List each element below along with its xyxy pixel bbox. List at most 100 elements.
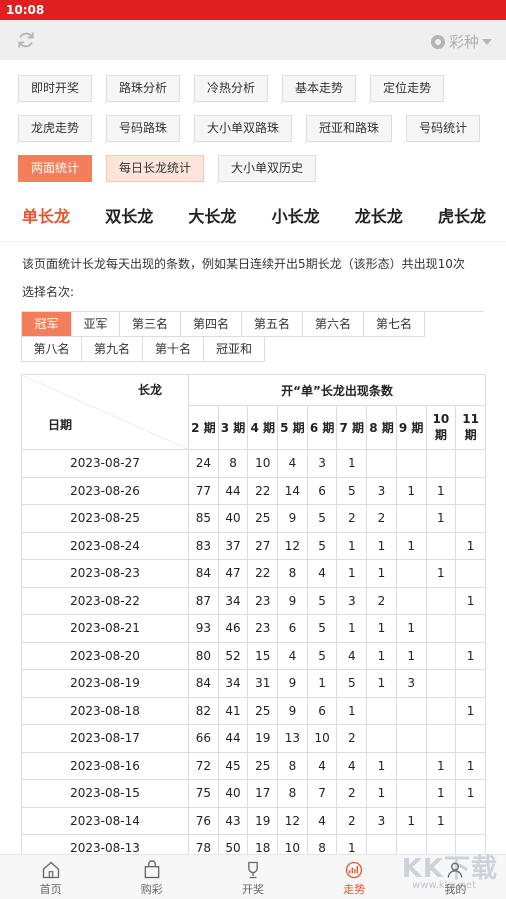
rank-option[interactable]: 第八名 <box>22 337 82 362</box>
count-cell <box>366 724 397 753</box>
date-cell: 2023-08-15 <box>21 779 189 808</box>
tab-dragon-type[interactable]: 大长龙 <box>188 195 236 241</box>
tab-dragon-type[interactable]: 小长龙 <box>272 195 320 241</box>
count-cell: 6 <box>306 476 338 505</box>
count-cell: 2 <box>336 724 368 753</box>
table-row: 2023-08-23 84 47 22 8 4 1 1 1 <box>21 559 486 588</box>
count-cell <box>455 724 486 753</box>
count-cell <box>395 696 427 725</box>
rank-option[interactable]: 冠军 <box>22 312 72 337</box>
tab-dragon-type[interactable]: 龙长龙 <box>355 195 403 241</box>
count-cell: 17 <box>247 779 279 808</box>
count-cell: 9 <box>277 669 308 698</box>
count-cell: 8 <box>217 449 249 478</box>
count-cell: 46 <box>217 614 249 643</box>
count-cell <box>425 724 457 753</box>
nav-label: 开奖 <box>242 883 264 896</box>
tab-dragon-type[interactable]: 虎长龙 <box>438 195 486 241</box>
count-cell: 25 <box>247 504 279 533</box>
count-cell: 1 <box>425 559 457 588</box>
period-header: 6 期 <box>306 405 338 450</box>
refresh-icon[interactable] <box>16 30 36 50</box>
count-cell <box>455 504 486 533</box>
count-cell <box>425 449 457 478</box>
count-cell: 80 <box>188 641 219 670</box>
nav-label: 走势 <box>343 883 366 896</box>
count-cell: 4 <box>336 751 368 780</box>
count-cell: 2 <box>336 779 368 808</box>
menu-button[interactable]: 大小单双历史 <box>218 155 317 182</box>
menu-button[interactable]: 基本走势 <box>282 75 357 102</box>
tab-dragon-type[interactable]: 双长龙 <box>105 195 153 241</box>
count-cell: 87 <box>188 586 219 615</box>
date-cell: 2023-08-24 <box>21 531 189 560</box>
rank-option[interactable]: 第三名 <box>120 312 181 337</box>
count-cell: 3 <box>366 476 397 505</box>
lottery-selector[interactable]: 彩种 <box>430 31 492 52</box>
table-row: 2023-08-24 83 37 27 12 5 1 1 1 1 <box>21 531 486 560</box>
count-cell: 14 <box>277 476 308 505</box>
rank-option[interactable]: 第十名 <box>143 337 204 362</box>
count-cell: 8 <box>277 751 308 780</box>
count-cell: 75 <box>188 779 219 808</box>
rank-option[interactable]: 第四名 <box>181 312 242 337</box>
table-row: 2023-08-17 66 44 19 13 10 2 <box>21 724 486 753</box>
count-cell: 1 <box>425 504 457 533</box>
count-cell: 19 <box>247 806 279 835</box>
count-cell: 37 <box>217 531 249 560</box>
table-row: 2023-08-14 76 43 19 12 4 2 3 1 1 <box>21 806 486 835</box>
tab-dragon-type[interactable]: 单长龙 <box>22 195 70 241</box>
count-cell: 43 <box>217 806 249 835</box>
count-cell: 2 <box>336 504 368 533</box>
rank-option[interactable]: 亚军 <box>72 312 120 337</box>
table-row: 2023-08-20 80 52 15 4 5 4 1 1 1 <box>21 641 486 670</box>
period-header: 2 期 <box>188 405 219 450</box>
count-cell: 5 <box>306 641 338 670</box>
rank-option[interactable]: 第五名 <box>242 312 303 337</box>
count-cell: 1 <box>455 696 486 725</box>
count-cell: 4 <box>336 641 368 670</box>
rank-option[interactable]: 第七名 <box>364 312 425 337</box>
menu-button[interactable]: 即时开奖 <box>18 75 93 102</box>
count-cell <box>425 586 457 615</box>
period-header: 9 期 <box>395 405 427 450</box>
nav-label: 首页 <box>39 883 62 896</box>
menu-button[interactable]: 号码路珠 <box>106 115 181 142</box>
menu-button[interactable]: 定位走势 <box>370 75 445 102</box>
menu-button[interactable]: 冠亚和路珠 <box>306 115 393 142</box>
count-cell: 31 <box>247 669 279 698</box>
count-cell <box>425 669 457 698</box>
nav-item[interactable]: 首页 <box>0 855 101 899</box>
nav-item[interactable]: 开奖 <box>202 855 303 899</box>
count-cell: 6 <box>277 614 308 643</box>
rank-option[interactable]: 第六名 <box>303 312 364 337</box>
rank-option[interactable]: 冠亚和 <box>204 337 265 362</box>
count-cell: 23 <box>247 586 279 615</box>
table-row: 2023-08-16 72 45 25 8 4 4 1 1 1 <box>21 751 486 780</box>
count-cell: 24 <box>188 449 219 478</box>
count-cell: 34 <box>217 669 249 698</box>
menu-row: 即时开奖 路珠分析 冷热分析 基本走势 定位走势 <box>18 75 488 102</box>
menu-button[interactable]: 冷热分析 <box>194 75 269 102</box>
menu-button[interactable]: 大小单双路珠 <box>194 115 293 142</box>
menu-button[interactable]: 两面统计 <box>18 155 93 182</box>
count-cell <box>455 806 486 835</box>
count-cell: 1 <box>366 559 397 588</box>
count-cell: 15 <box>247 641 279 670</box>
nav-label: 购彩 <box>140 883 163 896</box>
menu-button[interactable]: 龙虎走势 <box>18 115 93 142</box>
gear-icon <box>430 34 445 49</box>
count-cell: 1 <box>336 614 368 643</box>
count-cell: 1 <box>395 531 427 560</box>
count-cell: 2 <box>336 806 368 835</box>
menu-button[interactable]: 路珠分析 <box>106 75 181 102</box>
count-cell: 1 <box>366 641 397 670</box>
rank-option[interactable]: 第九名 <box>82 337 143 362</box>
nav-item[interactable]: 走势 <box>304 855 405 899</box>
menu-button[interactable]: 号码统计 <box>406 115 481 142</box>
count-cell: 77 <box>188 476 219 505</box>
nav-item[interactable]: 购彩 <box>101 855 202 899</box>
menu-button[interactable]: 每日长龙统计 <box>106 155 205 182</box>
top-bar: 彩种 <box>0 20 506 60</box>
count-cell: 2 <box>366 504 397 533</box>
